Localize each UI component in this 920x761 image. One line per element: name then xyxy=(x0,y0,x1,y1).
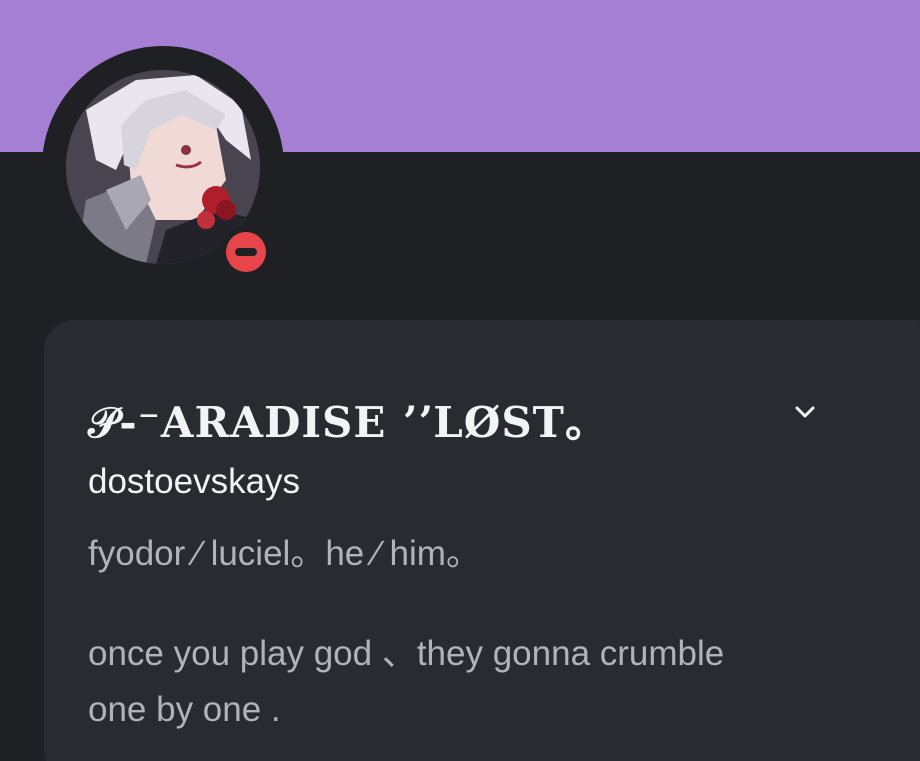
bio-line: once you play god 、they gonna crumble xyxy=(88,634,725,673)
username[interactable]: dostoevskays xyxy=(88,462,300,502)
status-dot-bar xyxy=(235,248,257,256)
display-name[interactable]: 𝒫-⁻ARADISE ʼʼLØST。 xyxy=(88,388,608,450)
chevron-down-icon[interactable] xyxy=(790,398,820,424)
do-not-disturb-icon xyxy=(226,232,266,272)
pronouns: fyodor ∕ luciel。he ∕ him。 xyxy=(88,534,481,573)
bio-line: one by one . xyxy=(88,690,281,729)
profile-page: 𝒫-⁻ARADISE ʼʼLØST。 dostoevskays fyodor ∕… xyxy=(0,0,920,761)
bio: once you play god 、they gonna crumble on… xyxy=(88,626,908,738)
